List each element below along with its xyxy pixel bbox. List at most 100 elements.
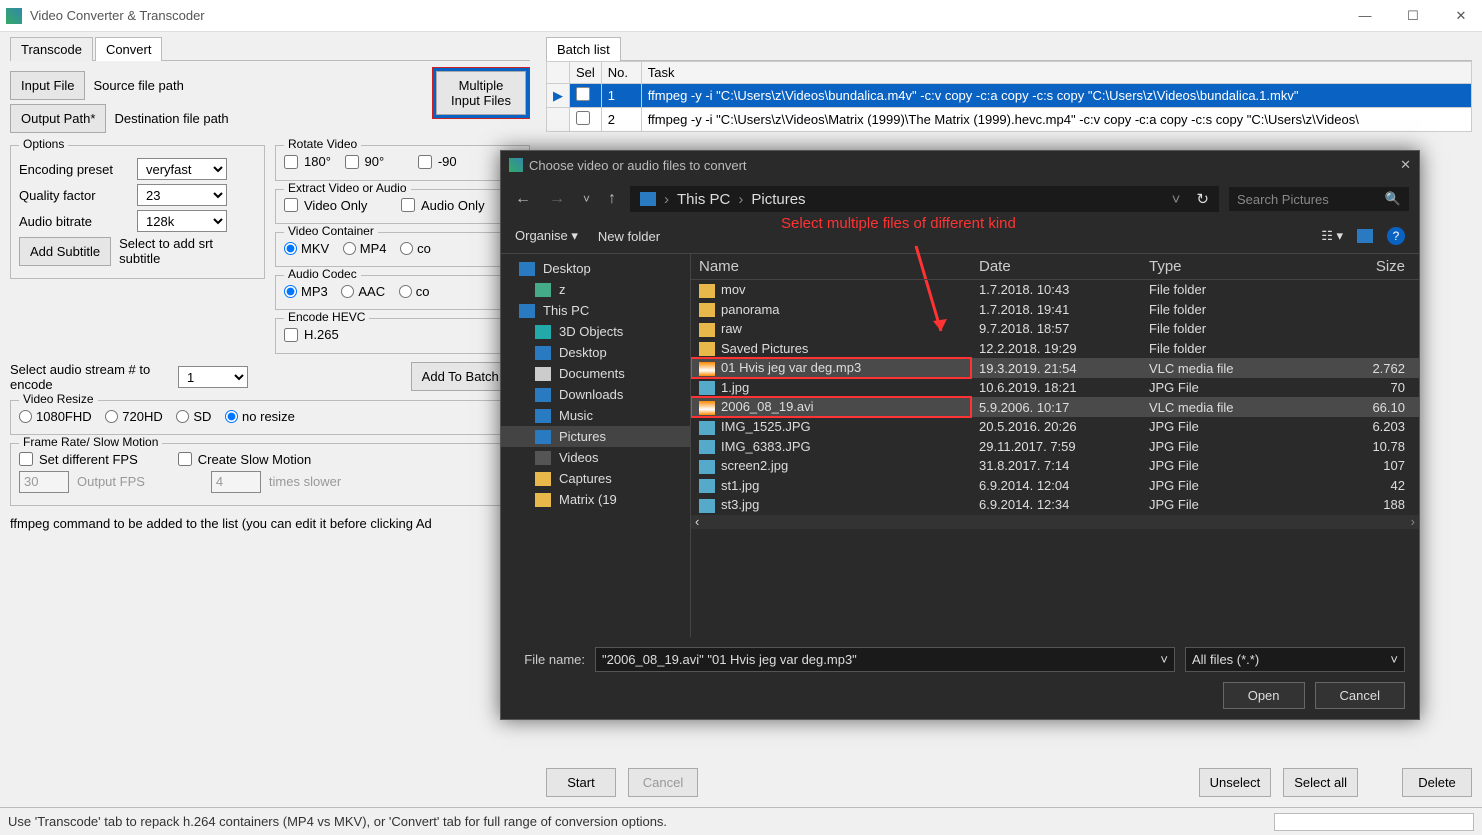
- dialog-close-button[interactable]: ✕: [1400, 157, 1411, 173]
- preview-pane-icon[interactable]: [1357, 229, 1373, 243]
- quality-select[interactable]: 23: [137, 184, 227, 206]
- jpg-icon: [699, 421, 715, 435]
- container-co-radio[interactable]: co: [400, 241, 431, 256]
- batch-row[interactable]: 2 ffmpeg -y -i "C:\Users\z\Videos\Matrix…: [547, 108, 1472, 132]
- slow-label: times slower: [269, 474, 341, 489]
- slow-input[interactable]: [211, 471, 261, 493]
- multiple-input-button[interactable]: Multiple Input Files: [436, 71, 526, 115]
- tree-item[interactable]: z: [501, 279, 690, 300]
- dialog-icon: [509, 158, 523, 172]
- file-row[interactable]: panorama1.7.2018. 19:41File folder: [691, 300, 1419, 320]
- set-fps-check[interactable]: Set different FPS: [19, 452, 138, 467]
- rotate-180-check[interactable]: 180°: [284, 154, 331, 169]
- organise-menu[interactable]: Organise ▾: [515, 228, 578, 244]
- tree-item[interactable]: Videos: [501, 447, 690, 468]
- preset-select[interactable]: veryfast: [137, 158, 227, 180]
- file-row[interactable]: screen2.jpg31.8.2017. 7:14JPG File107: [691, 456, 1419, 476]
- refresh-icon[interactable]: ↻: [1196, 190, 1209, 208]
- file-row[interactable]: st3.jpg6.9.2014. 12:34JPG File188: [691, 495, 1419, 515]
- row-check[interactable]: [576, 111, 590, 125]
- col-type[interactable]: Type: [1141, 254, 1281, 280]
- tree-item[interactable]: Pictures: [501, 426, 690, 447]
- jpg-icon: [699, 440, 715, 454]
- tree-item[interactable]: Desktop: [501, 342, 690, 363]
- tree-item[interactable]: Matrix (19: [501, 489, 690, 510]
- open-button[interactable]: Open: [1223, 682, 1305, 709]
- maximize-button[interactable]: ☐: [1398, 8, 1428, 24]
- file-row[interactable]: raw9.7.2018. 18:57File folder: [691, 319, 1419, 339]
- batch-list-tab[interactable]: Batch list: [546, 37, 621, 61]
- delete-button[interactable]: Delete: [1402, 768, 1472, 797]
- new-folder-button[interactable]: New folder: [598, 229, 660, 244]
- rotate-90-check[interactable]: 90°: [345, 154, 385, 169]
- input-file-button[interactable]: Input File: [10, 71, 85, 100]
- folder-tree[interactable]: DesktopzThis PC3D ObjectsDesktopDocument…: [501, 254, 691, 637]
- file-row[interactable]: st1.jpg6.9.2014. 12:04JPG File42: [691, 476, 1419, 496]
- audio-stream-select[interactable]: 1: [178, 366, 248, 388]
- file-list[interactable]: Name Date Type Size mov1.7.2018. 10:43Fi…: [691, 254, 1419, 637]
- rotate-n90-check[interactable]: -90: [418, 154, 457, 169]
- codec-legend: Audio Codec: [284, 267, 361, 281]
- resize-1080-radio[interactable]: 1080FHD: [19, 409, 92, 424]
- unselect-button[interactable]: Unselect: [1199, 768, 1272, 797]
- row-check[interactable]: [576, 87, 590, 101]
- audio-only-check[interactable]: Audio Only: [401, 198, 485, 213]
- resize-none-radio[interactable]: no resize: [225, 409, 295, 424]
- search-input[interactable]: Search Pictures🔍: [1229, 187, 1409, 211]
- codec-aac-radio[interactable]: AAC: [341, 284, 385, 299]
- file-row[interactable]: 01 Hvis jeg var deg.mp319.3.2019. 21:54V…: [691, 358, 1419, 378]
- file-row[interactable]: IMG_6383.JPG29.11.2017. 7:59JPG File10.7…: [691, 437, 1419, 457]
- filename-input[interactable]: "2006_08_19.avi" "01 Hvis jeg var deg.mp…: [595, 647, 1175, 672]
- col-no: No.: [601, 62, 641, 84]
- start-button[interactable]: Start: [546, 768, 616, 797]
- file-row[interactable]: 2006_08_19.avi5.9.2006. 10:17VLC media f…: [691, 397, 1419, 417]
- codec-co-radio[interactable]: co: [399, 284, 430, 299]
- jpg-icon: [699, 479, 715, 493]
- resize-720-radio[interactable]: 720HD: [105, 409, 162, 424]
- tree-item[interactable]: Downloads: [501, 384, 690, 405]
- select-all-button[interactable]: Select all: [1283, 768, 1358, 797]
- file-row[interactable]: 1.jpg10.6.2019. 18:21JPG File70: [691, 378, 1419, 398]
- resize-sd-radio[interactable]: SD: [176, 409, 211, 424]
- nav-back-icon[interactable]: ←: [511, 190, 535, 208]
- col-name[interactable]: Name: [691, 254, 971, 280]
- output-path-button[interactable]: Output Path*: [10, 104, 106, 133]
- tree-item[interactable]: 3D Objects: [501, 321, 690, 342]
- video-only-check[interactable]: Video Only: [284, 198, 367, 213]
- tree-item[interactable]: Documents: [501, 363, 690, 384]
- close-button[interactable]: ✕: [1446, 8, 1476, 24]
- tree-item[interactable]: Captures: [501, 468, 690, 489]
- main-tabs: Transcode Convert: [10, 36, 530, 61]
- fps-input[interactable]: [19, 471, 69, 493]
- tree-item[interactable]: This PC: [501, 300, 690, 321]
- nav-recent-icon[interactable]: ˅: [579, 192, 594, 206]
- help-icon[interactable]: ?: [1387, 227, 1405, 245]
- tab-convert[interactable]: Convert: [95, 37, 163, 61]
- tree-item[interactable]: Music: [501, 405, 690, 426]
- window-controls: — ☐ ✕: [1350, 8, 1476, 24]
- file-row[interactable]: IMG_1525.JPG20.5.2016. 20:26JPG File6.20…: [691, 417, 1419, 437]
- codec-mp3-radio[interactable]: MP3: [284, 284, 328, 299]
- tab-transcode[interactable]: Transcode: [10, 37, 93, 61]
- nav-up-icon[interactable]: ↑: [604, 190, 620, 208]
- file-filter-select[interactable]: All files (*.*)˅: [1185, 647, 1405, 672]
- batch-row[interactable]: ▶ 1 ffmpeg -y -i "C:\Users\z\Videos\bund…: [547, 84, 1472, 108]
- h265-check[interactable]: H.265: [284, 327, 339, 342]
- add-subtitle-button[interactable]: Add Subtitle: [19, 237, 111, 266]
- container-mp4-radio[interactable]: MP4: [343, 241, 387, 256]
- tree-item[interactable]: Desktop: [501, 258, 690, 279]
- file-row[interactable]: Saved Pictures12.2.2018. 19:29File folde…: [691, 339, 1419, 359]
- create-slow-check[interactable]: Create Slow Motion: [178, 452, 311, 467]
- view-icon[interactable]: ☷ ▾: [1321, 228, 1343, 244]
- file-row[interactable]: mov1.7.2018. 10:43File folder: [691, 280, 1419, 300]
- col-size[interactable]: Size: [1281, 254, 1419, 280]
- minimize-button[interactable]: —: [1350, 8, 1380, 24]
- col-date[interactable]: Date: [971, 254, 1141, 280]
- quality-label: Quality factor: [19, 188, 129, 203]
- breadcrumb[interactable]: › This PC › Pictures ˅ ↻: [630, 186, 1219, 212]
- dialog-cancel-button[interactable]: Cancel: [1315, 682, 1405, 709]
- bitrate-select[interactable]: 128k: [137, 210, 227, 232]
- ffmpeg-cmd-hint: ffmpeg command to be added to the list (…: [10, 516, 530, 531]
- vlc-icon: [699, 401, 715, 415]
- container-mkv-radio[interactable]: MKV: [284, 241, 329, 256]
